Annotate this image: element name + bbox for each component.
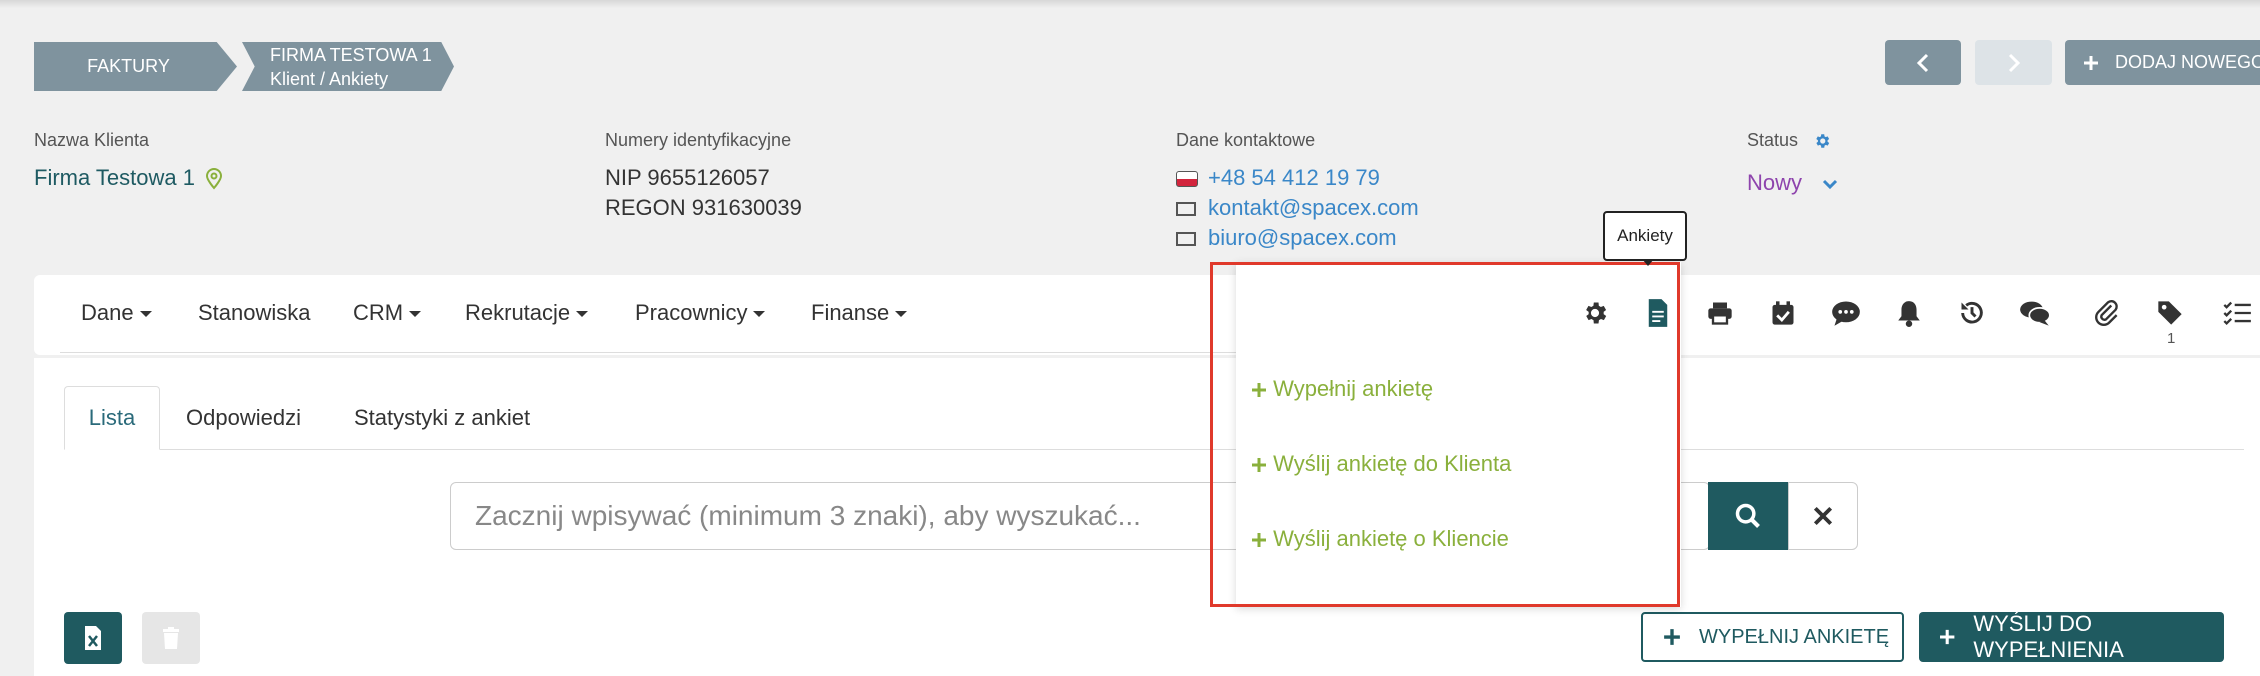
chevron-down-icon — [1823, 180, 1838, 190]
envelope-icon — [1176, 232, 1196, 247]
trash-icon — [163, 627, 179, 649]
menu-stanowiska[interactable]: Stanowiska — [198, 300, 311, 326]
delete-button[interactable] — [142, 612, 200, 664]
status-label: Status — [1747, 130, 1799, 150]
highlight-box — [1210, 262, 1680, 607]
caret-down-icon — [895, 311, 908, 318]
tab-lista[interactable]: Lista — [64, 386, 160, 450]
next-button[interactable] — [1975, 40, 2052, 85]
client-name-text: Firma Testowa 1 — [34, 165, 195, 190]
breadcrumb-client[interactable]: FIRMA TESTOWA 1 Klient / Ankiety — [242, 42, 454, 91]
export-excel-button[interactable] — [64, 612, 122, 664]
search-icon — [1735, 503, 1760, 528]
clear-search-button[interactable] — [1788, 482, 1858, 550]
status-label-row: Status — [1747, 130, 1831, 151]
plus-icon — [2084, 55, 2098, 70]
menu-label: Rekrutacje — [465, 300, 571, 325]
status-value: Nowy — [1747, 170, 1803, 195]
calendar-check-icon[interactable] — [1766, 296, 1800, 330]
search-button[interactable] — [1708, 482, 1788, 550]
chevron-right-icon — [2008, 53, 2020, 72]
status-select[interactable]: Nowy — [1747, 170, 1838, 196]
comment-icon[interactable] — [1829, 296, 1863, 330]
ids-label: Numery identyfikacyjne — [605, 130, 792, 150]
menu-crm[interactable]: CRM — [353, 300, 422, 326]
close-icon — [1813, 506, 1833, 526]
tooltip-arrow — [1642, 259, 1654, 266]
contact-label: Dane kontaktowe — [1176, 130, 1316, 150]
tooltip: Ankiety — [1603, 211, 1687, 261]
send-label: WYŚLIJ DO WYPEŁNIENIA — [1973, 611, 2124, 662]
menu-finanse[interactable]: Finanse — [811, 300, 908, 326]
regon-value: REGON 931630039 — [605, 195, 802, 220]
menu-pracownicy[interactable]: Pracownicy — [635, 300, 766, 326]
phone-link[interactable]: +48 54 412 19 79 — [1208, 165, 1380, 190]
tab-label: Odpowiedzi — [186, 405, 301, 430]
map-pin-icon[interactable] — [205, 168, 223, 190]
tabs-baseline — [64, 449, 2244, 450]
tab-label: Statystyki z ankiet — [354, 405, 531, 430]
email2-link[interactable]: biuro@spacex.com — [1208, 225, 1397, 250]
add-new-label: DODAJ NOWEGO — [2115, 52, 2260, 72]
phone-row: +48 54 412 19 79 — [1176, 165, 1380, 191]
menu-label: Finanse — [811, 300, 890, 325]
menu-dane[interactable]: Dane — [81, 300, 152, 326]
flag-pl-icon — [1176, 171, 1198, 188]
email1-row: kontakt@spacex.com — [1176, 195, 1419, 221]
search-placeholder: Zacznij wpisywać (minimum 3 znaki), aby … — [475, 500, 1141, 531]
caret-down-icon — [753, 311, 766, 318]
menu-label: CRM — [353, 300, 404, 325]
menu-label: Dane — [81, 300, 134, 325]
nip-value: NIP 9655126057 — [605, 165, 770, 190]
tab-statystyki[interactable]: Statystyki z ankiet — [354, 405, 530, 431]
checklist-icon[interactable] — [2220, 296, 2254, 330]
caret-down-icon — [576, 311, 589, 318]
tag-count: 1 — [2167, 330, 2176, 347]
divider — [60, 352, 1250, 353]
email1-link[interactable]: kontakt@spacex.com — [1208, 195, 1419, 220]
breadcrumb-client-section: Klient / Ankiety — [270, 68, 389, 89]
fill-survey-label: WYPEŁNIJ ANKIETĘ — [1699, 625, 1890, 648]
envelope-icon — [1176, 202, 1196, 217]
fill-survey-button[interactable]: WYPEŁNIJ ANKIETĘ — [1641, 612, 1904, 662]
menu-rekrutacje[interactable]: Rekrutacje — [465, 300, 589, 326]
previous-button[interactable] — [1885, 40, 1961, 85]
plus-icon — [1940, 629, 1955, 645]
top-shadow — [0, 0, 2260, 8]
caret-down-icon — [409, 311, 422, 318]
tag-icon[interactable] — [2153, 296, 2187, 330]
history-icon[interactable] — [1955, 296, 1989, 330]
breadcrumb-faktury[interactable]: FAKTURY — [34, 42, 237, 91]
client-name: Firma Testowa 1 — [34, 165, 223, 191]
excel-file-icon — [85, 626, 101, 650]
add-new-button[interactable]: DODAJ NOWEGO — [2065, 40, 2260, 85]
chevron-left-icon — [1916, 53, 1929, 72]
bell-icon[interactable] — [1892, 296, 1926, 330]
caret-down-icon — [139, 311, 152, 318]
menu-label: Stanowiska — [198, 300, 311, 325]
send-for-filling-button[interactable]: WYŚLIJ DO WYPEŁNIENIA — [1919, 611, 2224, 662]
print-icon[interactable] — [1703, 296, 1737, 330]
breadcrumb-client-name: FIRMA TESTOWA 1 — [270, 44, 432, 65]
email2-row: biuro@spacex.com — [1176, 225, 1397, 251]
plus-icon — [1664, 629, 1680, 645]
paperclip-icon[interactable] — [2090, 296, 2124, 330]
comments-icon[interactable] — [2018, 296, 2052, 330]
tooltip-text: Ankiety — [1617, 226, 1673, 245]
menu-label: Pracownicy — [635, 300, 748, 325]
client-name-label: Nazwa Klienta — [34, 130, 150, 150]
gear-icon[interactable] — [1813, 132, 1831, 150]
tab-label: Lista — [88, 405, 136, 430]
breadcrumb-label: FAKTURY — [87, 56, 170, 76]
tab-odpowiedzi[interactable]: Odpowiedzi — [186, 405, 301, 431]
